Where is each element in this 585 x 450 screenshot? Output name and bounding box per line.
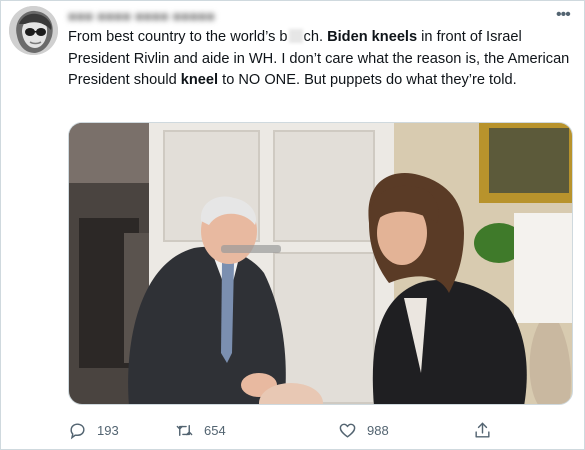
author-name-obscured: ■■■ ■■■■ ■■■■ ■■■■■ [68, 8, 215, 24]
retweet-button[interactable]: 654 [175, 418, 226, 442]
tweet-text-part: to NO ONE. But puppets do what they’re t… [218, 72, 517, 88]
author-name[interactable]: ■■■ ■■■■ ■■■■ ■■■■■ [68, 8, 358, 24]
author-avatar[interactable] [9, 6, 58, 55]
tweet-photo[interactable] [68, 122, 573, 405]
tweet-text: From best country to the world’s b ch. Bi… [68, 27, 573, 92]
reply-count: 193 [97, 422, 119, 438]
retweet-icon [176, 424, 193, 436]
tweet-text-part: From best country to the world’s b [68, 29, 288, 45]
share-icon [475, 422, 490, 438]
redacted-word [288, 29, 303, 43]
reply-button[interactable]: 193 [68, 418, 119, 442]
tweet-text-bold: kneel [180, 72, 219, 88]
action-bar: 193 654 988 [68, 418, 573, 442]
heart-icon [339, 423, 356, 438]
more-icon[interactable]: ••• [556, 6, 571, 24]
like-count: 988 [367, 422, 389, 438]
tweet-text-bold: Biden kneels [327, 29, 418, 45]
retweet-count: 654 [204, 422, 226, 438]
share-button[interactable] [473, 418, 492, 442]
reply-icon [70, 422, 85, 439]
like-button[interactable]: 988 [338, 418, 389, 442]
tweet-text-part: ch. [303, 29, 328, 45]
